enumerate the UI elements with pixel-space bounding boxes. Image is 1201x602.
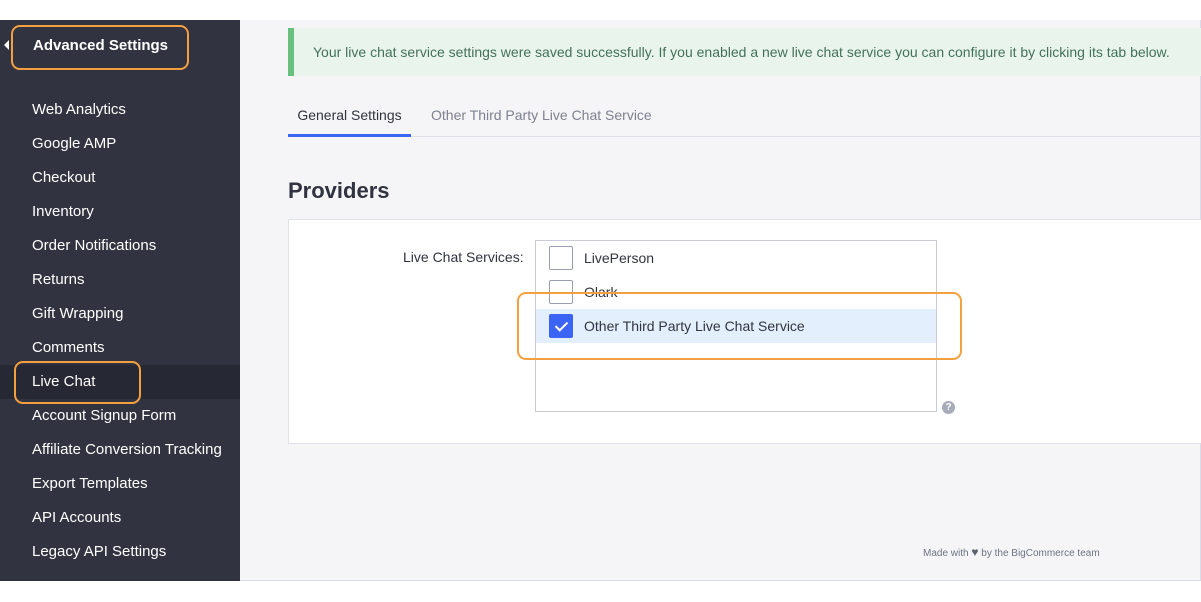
back-caret-icon[interactable] bbox=[4, 40, 9, 50]
other-third-party-checkbox[interactable] bbox=[549, 314, 573, 338]
help-icon[interactable]: ? bbox=[942, 401, 955, 414]
main-content: Your live chat service settings were sav… bbox=[240, 20, 1201, 581]
sidebar-item-inventory[interactable]: Inventory bbox=[0, 195, 240, 229]
sidebar-item-checkout[interactable]: Checkout bbox=[0, 161, 240, 195]
sidebar-item-comments[interactable]: Comments bbox=[0, 331, 240, 365]
sidebar-item-affiliate-conversion-tracking[interactable]: Affiliate Conversion Tracking bbox=[0, 433, 240, 467]
live-chat-services-list: LivePerson Olark Other Third Party Live … bbox=[535, 240, 937, 412]
sidebar-item-order-notifications[interactable]: Order Notifications bbox=[0, 229, 240, 263]
tab-other-third-party-live-chat-service[interactable]: Other Third Party Live Chat Service bbox=[431, 96, 652, 137]
sidebar-item-api-accounts[interactable]: API Accounts bbox=[0, 501, 240, 535]
section-title: Providers bbox=[288, 178, 390, 203]
option-label: Olark bbox=[584, 284, 618, 300]
sidebar-item-account-signup-form[interactable]: Account Signup Form bbox=[0, 399, 240, 433]
sidebar: Advanced Settings Web Analytics Google A… bbox=[0, 20, 240, 581]
olark-checkbox[interactable] bbox=[549, 280, 573, 304]
option-other-third-party[interactable]: Other Third Party Live Chat Service bbox=[536, 309, 936, 343]
sidebar-item-returns[interactable]: Returns bbox=[0, 263, 240, 297]
providers-panel: Live Chat Services: LivePerson Olark Oth… bbox=[288, 219, 1201, 444]
tab-bar: General Settings Other Third Party Live … bbox=[288, 96, 1201, 137]
sidebar-item-legacy-api-settings[interactable]: Legacy API Settings bbox=[0, 535, 240, 569]
footer-suffix: by the BigCommerce team bbox=[981, 548, 1100, 559]
footer-credit: Made with ♥ by the BigCommerce team bbox=[923, 545, 1100, 559]
sidebar-item-gift-wrapping[interactable]: Gift Wrapping bbox=[0, 297, 240, 331]
option-label: LivePerson bbox=[584, 250, 655, 266]
success-alert: Your live chat service settings were sav… bbox=[288, 28, 1201, 76]
sidebar-title: Advanced Settings bbox=[33, 37, 169, 54]
footer-prefix: Made with bbox=[923, 548, 969, 559]
alert-message: Your live chat service settings were sav… bbox=[313, 44, 1170, 60]
sidebar-item-export-templates[interactable]: Export Templates bbox=[0, 467, 240, 501]
tab-general-settings[interactable]: General Settings bbox=[288, 96, 411, 137]
option-liveperson[interactable]: LivePerson bbox=[536, 241, 936, 275]
heart-icon: ♥ bbox=[971, 545, 979, 559]
live-chat-services-label: Live Chat Services: bbox=[403, 249, 524, 265]
sidebar-item-google-amp[interactable]: Google AMP bbox=[0, 127, 240, 161]
liveperson-checkbox[interactable] bbox=[549, 246, 573, 270]
option-olark[interactable]: Olark bbox=[536, 275, 936, 309]
option-label: Other Third Party Live Chat Service bbox=[584, 318, 805, 334]
app-frame: Advanced Settings Web Analytics Google A… bbox=[0, 20, 1201, 581]
sidebar-item-web-analytics[interactable]: Web Analytics bbox=[0, 93, 240, 127]
sidebar-item-live-chat[interactable]: Live Chat bbox=[0, 365, 240, 399]
